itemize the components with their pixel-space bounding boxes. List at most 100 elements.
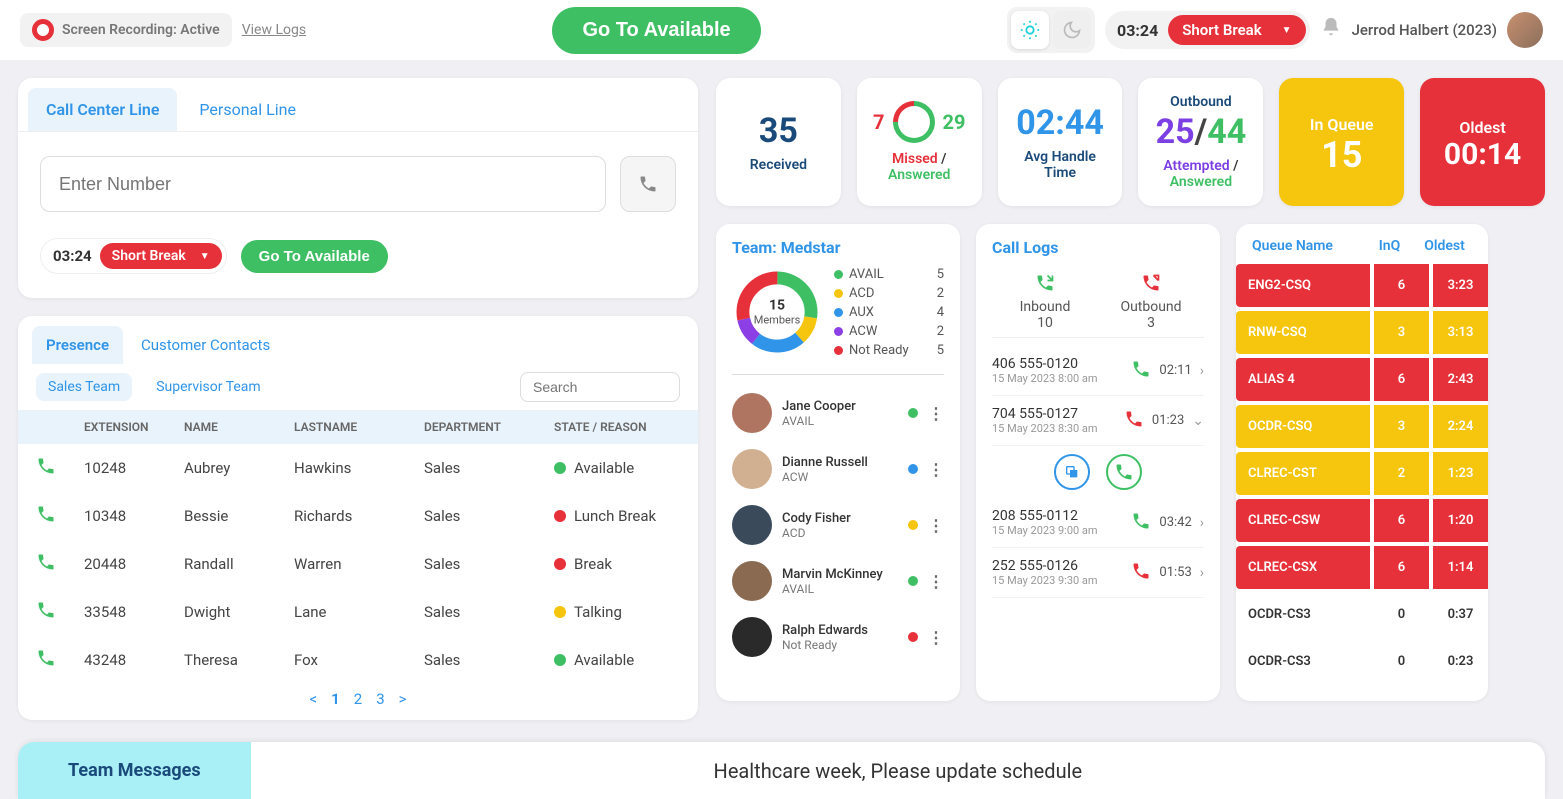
bell-icon[interactable] — [1320, 16, 1342, 44]
ticker-message: Healthcare week, Please update schedule — [251, 759, 1545, 783]
queue-row[interactable]: ALIAS 462:43 — [1236, 358, 1488, 401]
number-input[interactable] — [40, 156, 606, 212]
team-donut: 15Members — [732, 267, 822, 357]
header-bar: Screen Recording: Active View Logs Go To… — [0, 0, 1563, 60]
avatar — [732, 617, 772, 657]
call-logs-title: Call Logs — [992, 238, 1204, 257]
phone-icon — [638, 174, 658, 194]
more-icon[interactable]: ⋮ — [928, 404, 944, 423]
recording-badge: Screen Recording: Active — [20, 13, 232, 47]
status-label: Short Break — [1182, 21, 1261, 39]
call-back-button[interactable] — [1106, 454, 1142, 490]
member-row[interactable]: Jane CooperAVAIL ⋮ — [732, 385, 944, 441]
call-icon[interactable] — [18, 600, 78, 624]
team-title: Team: Medstar — [732, 238, 944, 257]
agent-row[interactable]: 43248 Theresa Fox Sales Available — [18, 636, 698, 684]
agent-table-head: EXTENSION NAME LASTNAME DEPARTMENT STATE… — [18, 410, 698, 444]
page-1[interactable]: 1 — [331, 690, 340, 708]
light-mode-button[interactable] — [1011, 11, 1049, 49]
avatar[interactable] — [1507, 12, 1543, 48]
call-icon[interactable] — [18, 504, 78, 528]
queue-row[interactable]: CLREC-CSW61:20 — [1236, 499, 1488, 542]
search-input[interactable] — [520, 372, 680, 402]
agent-row[interactable]: 10348 Bessie Richards Sales Lunch Break — [18, 492, 698, 540]
avatar — [732, 393, 772, 433]
page-3[interactable]: 3 — [376, 690, 384, 708]
status-dropdown[interactable]: Short Break ▼ — [1168, 15, 1305, 45]
member-row[interactable]: Ralph EdwardsNot Ready ⋮ — [732, 609, 944, 665]
team-card: Team: Medstar 15Members AVAIL5 — [716, 224, 960, 701]
call-button[interactable] — [620, 156, 676, 212]
queue-row[interactable]: OCDR-CSQ32:24 — [1236, 405, 1488, 448]
theme-toggle — [1007, 7, 1095, 53]
footer-bar: Team Messages Healthcare week, Please up… — [18, 742, 1545, 799]
out-call-icon — [1131, 561, 1151, 585]
agent-row[interactable]: 20448 Randall Warren Sales Break — [18, 540, 698, 588]
more-icon[interactable]: ⋮ — [928, 628, 944, 647]
page-next[interactable]: > — [399, 690, 407, 708]
donut-icon — [884, 92, 943, 151]
status-dropdown-small[interactable]: Short Break ▼ — [100, 243, 222, 269]
log-row[interactable]: 704 555-012715 May 2023 8:30 am 01:23 ⌄ — [992, 396, 1204, 446]
more-icon[interactable]: ⋮ — [928, 516, 944, 535]
dialer-card: Call Center Line Personal Line 03:24 Sho… — [18, 78, 698, 298]
queue-card: Queue Name InQ Oldest ENG2-CSQ63:23 RNW-… — [1236, 224, 1488, 701]
member-row[interactable]: Cody FisherACD ⋮ — [732, 497, 944, 553]
status-dot — [908, 632, 918, 642]
call-icon[interactable] — [18, 648, 78, 672]
outbound-icon — [1098, 273, 1204, 297]
avatar — [732, 505, 772, 545]
legend-row: ACW2 — [834, 324, 944, 339]
status-timer: 03:24 — [1117, 21, 1158, 40]
tab-presence[interactable]: Presence — [32, 326, 123, 364]
queue-row[interactable]: OCDR-CS300:37 — [1236, 593, 1488, 636]
inbound-icon — [992, 273, 1098, 297]
chevron-icon: › — [1200, 515, 1204, 531]
record-icon — [32, 19, 54, 41]
tab-personal[interactable]: Personal Line — [181, 88, 314, 131]
metric-oldest: Oldest 00:14 — [1420, 78, 1545, 206]
member-row[interactable]: Marvin McKinneyAVAIL ⋮ — [732, 553, 944, 609]
team-messages-tab[interactable]: Team Messages — [18, 742, 251, 799]
status-timer-small: 03:24 — [53, 247, 92, 265]
log-row[interactable]: 252 555-012615 May 2023 9:30 am 01:53 › — [992, 548, 1204, 598]
queue-row[interactable]: CLREC-CSX61:14 — [1236, 546, 1488, 589]
status-dot — [908, 464, 918, 474]
queue-row[interactable]: CLREC-CST21:23 — [1236, 452, 1488, 495]
chevron-down-icon: ▼ — [1282, 25, 1292, 36]
user-name: Jerrod Halbert (2023) — [1352, 21, 1497, 39]
tab-inbound[interactable]: Inbound 10 — [992, 267, 1098, 337]
dark-mode-button[interactable] — [1053, 11, 1091, 49]
status-dot — [908, 520, 918, 530]
legend-row: AUX4 — [834, 305, 944, 320]
in-call-icon — [1131, 359, 1151, 383]
team-chip-sales[interactable]: Sales Team — [36, 373, 132, 401]
queue-row[interactable]: OCDR-CS300:23 — [1236, 640, 1488, 683]
more-icon[interactable]: ⋮ — [928, 460, 944, 479]
tab-call-center[interactable]: Call Center Line — [28, 88, 177, 131]
team-chip-supervisor[interactable]: Supervisor Team — [144, 373, 273, 401]
tab-outbound[interactable]: Outbound 3 — [1098, 267, 1204, 337]
log-row[interactable]: 208 555-011215 May 2023 9:00 am 03:42 › — [992, 498, 1204, 548]
avatar — [732, 561, 772, 601]
tab-customer-contacts[interactable]: Customer Contacts — [127, 326, 284, 364]
queue-row[interactable]: ENG2-CSQ63:23 — [1236, 264, 1488, 307]
copy-button[interactable] — [1054, 454, 1090, 490]
avatar — [732, 449, 772, 489]
agent-row[interactable]: 10248 Aubrey Hawkins Sales Available — [18, 444, 698, 492]
view-logs-link[interactable]: View Logs — [242, 22, 306, 38]
go-available-button[interactable]: Go To Available — [552, 7, 760, 54]
more-icon[interactable]: ⋮ — [928, 572, 944, 591]
call-icon[interactable] — [18, 456, 78, 480]
member-row[interactable]: Dianne RussellACW ⋮ — [732, 441, 944, 497]
page-prev[interactable]: < — [310, 690, 318, 708]
page-2[interactable]: 2 — [354, 690, 362, 708]
go-available-button-small[interactable]: Go To Available — [241, 240, 388, 273]
queue-row[interactable]: RNW-CSQ33:13 — [1236, 311, 1488, 354]
log-row[interactable]: 406 555-012015 May 2023 8:00 am 02:11 › — [992, 346, 1204, 396]
agent-row[interactable]: 33548 Dwight Lane Sales Talking — [18, 588, 698, 636]
call-icon[interactable] — [18, 552, 78, 576]
legend-row: AVAIL5 — [834, 267, 944, 282]
presence-card: Presence Customer Contacts Sales Team Su… — [18, 316, 698, 720]
recording-text: Screen Recording: Active — [62, 22, 220, 38]
